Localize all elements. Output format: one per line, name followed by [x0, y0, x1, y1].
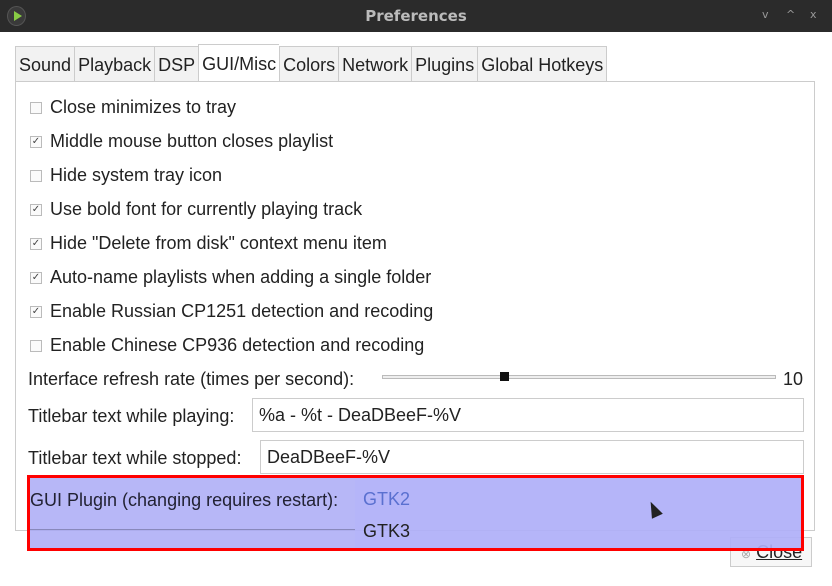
- checkbox[interactable]: [30, 339, 42, 352]
- checkbox[interactable]: ✓: [30, 305, 42, 318]
- checkbox[interactable]: ✓: [30, 135, 42, 148]
- tab-bar: Sound Playback DSP GUI/Misc Colors Network Plu…: [15, 44, 608, 82]
- window-title: Preferences: [365, 7, 467, 25]
- checkbox-label: Auto-name playlists when adding a single…: [50, 267, 432, 287]
- gui-plugin-label: GUI Plugin (changing requires restart):: [30, 490, 339, 510]
- titlebar-stopped-input[interactable]: DeaDBeeF-%V: [260, 440, 804, 474]
- refresh-rate-slider[interactable]: [382, 375, 776, 379]
- tab-dsp[interactable]: DSP: [154, 46, 199, 82]
- titlebar-playing-input[interactable]: %a - %t - DeaDBeeF-%V: [252, 398, 804, 432]
- checkbox-row[interactable]: Hide system tray icon: [30, 165, 222, 186]
- gui-plugin-dropdown[interactable]: GTK2 GTK3: [355, 480, 800, 548]
- close-window-button[interactable]: x: [810, 8, 817, 21]
- checkbox[interactable]: [30, 169, 42, 182]
- refresh-rate-label: Interface refresh rate (times per second…: [28, 369, 355, 389]
- tab-plugins[interactable]: Plugins: [411, 46, 478, 82]
- title-bar: Preferences v ^ x: [0, 0, 832, 32]
- tab-gui-misc[interactable]: GUI/Misc: [198, 44, 280, 81]
- checkbox[interactable]: ✓: [30, 271, 42, 284]
- maximize-button[interactable]: ^: [786, 8, 795, 21]
- refresh-rate-value: 10: [783, 369, 804, 389]
- slider-handle[interactable]: [500, 372, 510, 381]
- checkbox-row[interactable]: ✓ Enable Russian CP1251 detection and rec…: [30, 301, 433, 322]
- checkbox-row[interactable]: Enable Chinese CP936 detection and recod…: [30, 335, 424, 356]
- titlebar-stopped-label: Titlebar text while stopped:: [28, 448, 242, 468]
- checkbox-label: Enable Chinese CP936 detection and recod…: [50, 335, 425, 355]
- checkbox-label: Middle mouse button closes playlist: [50, 131, 334, 151]
- minimize-button[interactable]: v: [762, 8, 769, 21]
- titlebar-playing-label: Titlebar text while playing:: [28, 406, 235, 426]
- checkbox[interactable]: ✓: [30, 237, 42, 250]
- tab-global-hotkeys[interactable]: Global Hotkeys: [477, 46, 608, 82]
- tab-network[interactable]: Network: [338, 46, 412, 82]
- checkbox-label: Hide system tray icon: [50, 165, 223, 185]
- checkbox-label: Close minimizes to tray: [50, 97, 237, 117]
- tab-playback[interactable]: Playback: [74, 46, 155, 82]
- option-gtk2[interactable]: GTK2: [363, 489, 410, 510]
- tab-colors[interactable]: Colors: [279, 46, 339, 82]
- checkbox-row[interactable]: ✓ Hide "Delete from disk" context menu it…: [30, 233, 387, 254]
- checkbox-row[interactable]: ✓ Middle mouse button closes playlist: [30, 131, 333, 152]
- checkbox-label: Enable Russian CP1251 detection and reco…: [50, 301, 434, 321]
- checkbox-row[interactable]: Close minimizes to tray: [30, 97, 236, 118]
- checkbox-label: Hide "Delete from disk" context menu ite…: [50, 233, 387, 253]
- option-gtk3[interactable]: GTK3: [363, 521, 410, 542]
- checkbox[interactable]: [30, 101, 42, 114]
- tab-sound[interactable]: Sound: [15, 46, 75, 82]
- checkbox-row[interactable]: ✓ Auto-name playlists when adding a singl…: [30, 267, 431, 288]
- checkbox[interactable]: ✓: [30, 203, 42, 216]
- checkbox-label: Use bold font for currently playing trac…: [50, 199, 363, 219]
- divider: [30, 529, 355, 530]
- checkbox-row[interactable]: ✓ Use bold font for currently playing tra…: [30, 199, 362, 220]
